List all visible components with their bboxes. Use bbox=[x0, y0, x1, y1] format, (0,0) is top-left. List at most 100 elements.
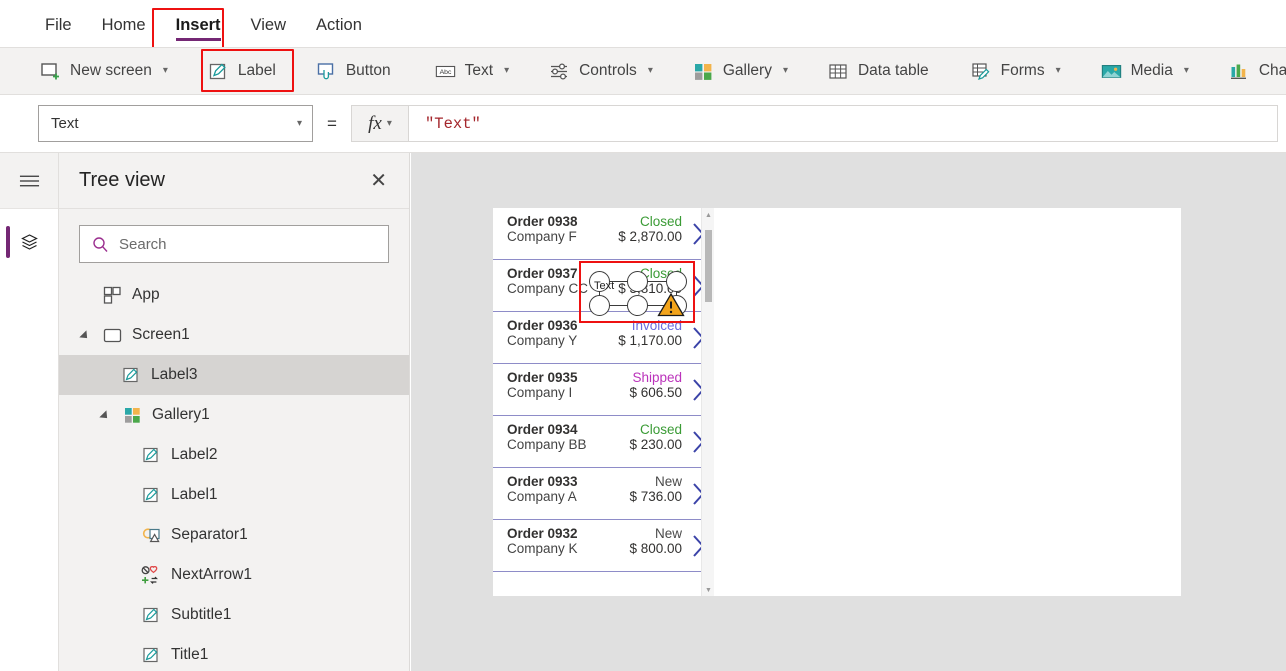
gallery-row[interactable]: Order 0934 Closed Company BB $ 230.00 bbox=[493, 416, 714, 468]
ribbon-label: Char bbox=[1258, 62, 1286, 79]
order-id: Order 0932 bbox=[507, 526, 578, 541]
gallery-row[interactable]: Order 0933 New Company A $ 736.00 bbox=[493, 468, 714, 520]
tree-view-layers-icon bbox=[19, 232, 40, 253]
rail-item-tree-view[interactable] bbox=[0, 209, 58, 275]
ribbon-label: Controls bbox=[579, 62, 637, 79]
order-id: Order 0935 bbox=[507, 370, 578, 385]
svg-text:Abc: Abc bbox=[439, 68, 451, 75]
app-icon bbox=[102, 285, 123, 306]
ribbon-gallery-button[interactable]: Gallery ▾ bbox=[679, 48, 802, 94]
tree-view-panel: Tree view ✕ Search App Screen1 Label3 Ga… bbox=[59, 153, 410, 671]
company-name: Company K bbox=[507, 541, 578, 556]
warning-triangle-icon[interactable] bbox=[657, 292, 685, 317]
powerapps-studio: File Home Insert View Action New screen … bbox=[0, 0, 1286, 671]
search-input[interactable] bbox=[119, 235, 376, 253]
chevron-expand-icon[interactable] bbox=[81, 329, 93, 341]
tree-item-gallery1[interactable]: Gallery1 bbox=[59, 395, 409, 435]
company-name: Company F bbox=[507, 229, 577, 244]
company-name: Company BB bbox=[507, 437, 587, 452]
search-box[interactable] bbox=[79, 225, 389, 263]
label3-text: Text bbox=[594, 280, 615, 292]
ribbon-label-button[interactable]: Label bbox=[194, 48, 290, 94]
gallery-row-top: Order 0933 New bbox=[493, 474, 714, 489]
hamburger-menu-icon bbox=[19, 170, 40, 191]
tree-item-label: Separator1 bbox=[171, 526, 248, 543]
gallery-row-bottom: Company Y $ 1,170.00 bbox=[493, 333, 714, 348]
menu-bar: File Home Insert View Action bbox=[0, 0, 1286, 50]
gallery-scrollbar[interactable]: ▲ ▼ bbox=[701, 208, 714, 596]
status-badge: Shipped bbox=[632, 370, 682, 385]
order-amount: $ 606.50 bbox=[629, 385, 682, 400]
gallery-scrollbar-thumb[interactable] bbox=[705, 230, 712, 302]
new-screen-icon bbox=[40, 61, 61, 82]
tree-item-subtitle1[interactable]: Subtitle1 bbox=[59, 595, 409, 635]
chevron-down-icon: ▾ bbox=[1055, 65, 1061, 76]
ribbon-button-button[interactable]: Button bbox=[302, 48, 405, 94]
gallery-row[interactable]: Order 0932 New Company K $ 800.00 bbox=[493, 520, 714, 572]
gallery-row[interactable]: Order 0935 Shipped Company I $ 606.50 bbox=[493, 364, 714, 416]
status-badge: Closed bbox=[639, 214, 682, 229]
menu-item-view[interactable]: View bbox=[236, 0, 301, 50]
ribbon-charts-button[interactable]: Char bbox=[1215, 48, 1286, 94]
chevron-expand-icon[interactable] bbox=[101, 409, 113, 421]
ribbon-new-screen-button[interactable]: New screen ▾ bbox=[26, 48, 182, 94]
text-icon: Abc bbox=[435, 61, 456, 82]
tree-item-label3[interactable]: Label3 bbox=[59, 355, 409, 395]
gallery-row-bottom: Company BB $ 230.00 bbox=[493, 437, 714, 452]
ribbon-controls-button[interactable]: Controls ▾ bbox=[535, 48, 667, 94]
app-canvas-area[interactable]: Order 0938 Closed Company F $ 2,870.00 O… bbox=[411, 153, 1286, 671]
menu-item-insert[interactable]: Insert bbox=[161, 0, 236, 50]
rail-menu-button[interactable] bbox=[0, 153, 58, 209]
gallery-control-icon bbox=[122, 405, 143, 426]
ribbon-text-button[interactable]: Abc Text ▾ bbox=[421, 48, 523, 94]
ribbon-media-button[interactable]: Media ▾ bbox=[1087, 48, 1203, 94]
order-amount: $ 1,170.00 bbox=[618, 333, 682, 348]
resize-handle-top-center[interactable] bbox=[627, 271, 648, 292]
ribbon-forms-button[interactable]: Forms ▾ bbox=[957, 48, 1075, 94]
tree-item-label: Title1 bbox=[171, 646, 209, 663]
formula-input[interactable]: "Text" bbox=[409, 105, 1278, 142]
gallery-row-bottom: Company F $ 2,870.00 bbox=[493, 229, 714, 244]
selected-label3-control[interactable]: Text bbox=[579, 261, 695, 323]
tree-item-label: Subtitle1 bbox=[171, 606, 232, 623]
property-selector[interactable]: Text ▾ bbox=[38, 105, 313, 142]
order-amount: $ 736.00 bbox=[629, 489, 682, 504]
ribbon-label: Button bbox=[345, 62, 391, 79]
tree-item-title1[interactable]: Title1 bbox=[59, 635, 409, 671]
resize-handle-bottom-left[interactable] bbox=[589, 295, 610, 316]
insert-ribbon: New screen ▾ Label Button Abc Text ▾ Con… bbox=[0, 47, 1286, 95]
menu-item-file[interactable]: File bbox=[30, 0, 87, 50]
button-icon bbox=[316, 61, 337, 82]
close-icon[interactable]: ✕ bbox=[370, 171, 387, 191]
label-control-icon bbox=[141, 485, 162, 506]
resize-handle-bottom-center[interactable] bbox=[627, 295, 648, 316]
company-name: Company A bbox=[507, 489, 577, 504]
tree-item-label: Screen1 bbox=[132, 326, 190, 343]
tree-item-separator1[interactable]: Separator1 bbox=[59, 515, 409, 555]
order-id: Order 0934 bbox=[507, 422, 578, 437]
screen-canvas[interactable]: Order 0938 Closed Company F $ 2,870.00 O… bbox=[493, 208, 1181, 596]
tree-item-label1[interactable]: Label1 bbox=[59, 475, 409, 515]
tree-item-label: Gallery1 bbox=[152, 406, 210, 423]
tree-item-screen1[interactable]: Screen1 bbox=[59, 315, 409, 355]
tree-search-wrapper bbox=[59, 209, 409, 275]
tree-item-label: Label1 bbox=[171, 486, 218, 503]
status-badge: New bbox=[654, 526, 682, 541]
tree-item-nextarrow1[interactable]: NextArrow1 bbox=[59, 555, 409, 595]
ribbon-data-table-button[interactable]: Data table bbox=[814, 48, 943, 94]
chevron-down-icon: ▾ bbox=[296, 117, 302, 129]
menu-item-home[interactable]: Home bbox=[87, 0, 161, 50]
order-amount: $ 2,870.00 bbox=[618, 229, 682, 244]
order-id: Order 0933 bbox=[507, 474, 578, 489]
scroll-down-icon[interactable]: ▼ bbox=[705, 587, 712, 594]
fx-button[interactable]: fx ▾ bbox=[351, 105, 409, 142]
fx-label: fx bbox=[368, 112, 382, 134]
tree-item-app[interactable]: App bbox=[59, 275, 409, 315]
resize-handle-top-right[interactable] bbox=[666, 271, 687, 292]
menu-item-action[interactable]: Action bbox=[301, 0, 377, 50]
order-amount: $ 800.00 bbox=[629, 541, 682, 556]
tree-item-label2[interactable]: Label2 bbox=[59, 435, 409, 475]
gallery-row[interactable]: Order 0938 Closed Company F $ 2,870.00 bbox=[493, 208, 714, 260]
scroll-up-icon[interactable]: ▲ bbox=[705, 212, 712, 219]
order-id: Order 0938 bbox=[507, 214, 578, 229]
